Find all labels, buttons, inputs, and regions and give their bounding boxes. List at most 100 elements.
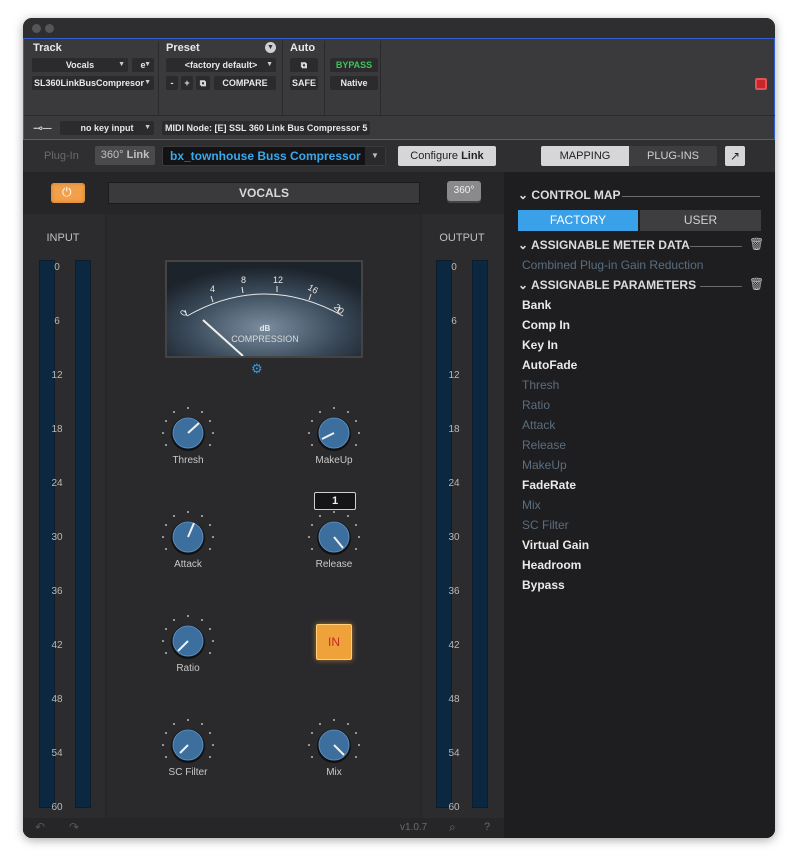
mix-knob-face bbox=[308, 719, 360, 763]
control-map-header[interactable]: ⌄ CONTROL MAP bbox=[518, 188, 621, 202]
thresh-knob[interactable] bbox=[160, 405, 216, 461]
vu-caption: COMPRESSION bbox=[231, 334, 299, 344]
input-scale-tick: 30 bbox=[51, 532, 63, 543]
external-link-icon[interactable]: ↗ bbox=[725, 146, 745, 166]
output-label: OUTPUT bbox=[439, 232, 485, 244]
preset-prev-button[interactable]: - bbox=[166, 76, 178, 90]
output-meter-area bbox=[422, 214, 504, 818]
plugin-footer: ↶ ↷ v1.0.7 ⌕ ? bbox=[23, 818, 504, 838]
input-meter-right bbox=[75, 260, 91, 808]
preset-next-button[interactable]: + bbox=[181, 76, 193, 90]
auto-window-icon[interactable]: ⧉ bbox=[290, 58, 318, 72]
user-tab[interactable]: USER bbox=[640, 210, 761, 231]
configure-link-button[interactable]: Configure Link bbox=[398, 146, 496, 166]
output-scale-tick: 6 bbox=[451, 316, 457, 327]
meter-data-header[interactable]: ⌄ ASSIGNABLE METER DATA bbox=[518, 238, 690, 252]
chevron-down-icon: ▼ bbox=[144, 61, 151, 68]
param-item[interactable]: Thresh bbox=[522, 378, 559, 392]
close-window-button[interactable] bbox=[32, 24, 41, 33]
undo-icon[interactable]: ↶ bbox=[35, 820, 45, 834]
key-input-select[interactable]: no key input ▼ bbox=[60, 121, 154, 135]
minimize-window-button[interactable] bbox=[45, 24, 54, 33]
output-scale-tick: 42 bbox=[448, 640, 460, 651]
makeup-knob-face bbox=[308, 407, 360, 451]
in-button[interactable]: IN bbox=[316, 624, 352, 660]
preset-value: <factory default> bbox=[184, 60, 258, 70]
settings-gear-icon[interactable]: ⚙ bbox=[251, 361, 263, 377]
chevron-down-icon: ▼ bbox=[118, 61, 125, 68]
input-scale-tick: 60 bbox=[51, 802, 63, 813]
insert-select[interactable]: SL360LinkBusCompresor ▼ bbox=[32, 76, 154, 90]
section-divider bbox=[700, 286, 742, 287]
copy-settings-icon[interactable]: ⧉ bbox=[196, 76, 210, 90]
param-item[interactable]: MakeUp bbox=[522, 458, 567, 472]
chevron-down-icon: ⌄ bbox=[518, 238, 529, 252]
input-label: INPUT bbox=[46, 232, 80, 244]
attack-knob[interactable] bbox=[160, 509, 216, 565]
360-button[interactable]: 360° bbox=[447, 181, 481, 201]
param-item[interactable]: AutoFade bbox=[522, 358, 577, 372]
factory-tab[interactable]: FACTORY bbox=[518, 210, 638, 231]
preset-select[interactable]: <factory default> ▼ bbox=[166, 58, 276, 72]
param-item[interactable]: Bank bbox=[522, 298, 551, 312]
input-scale-tick: 54 bbox=[51, 748, 63, 759]
meter-data-item[interactable]: Combined Plug-in Gain Reduction bbox=[522, 258, 703, 272]
chevron-down-icon: ▼ bbox=[365, 147, 385, 165]
channel-name-display: VOCALS bbox=[108, 182, 420, 204]
ratio-knob[interactable] bbox=[160, 613, 216, 669]
version-label: v1.0.7 bbox=[400, 822, 428, 833]
plugin-select[interactable]: bx_townhouse Buss Compressor ▼ bbox=[162, 146, 386, 166]
param-item[interactable]: Headroom bbox=[522, 558, 581, 572]
makeup-knob[interactable] bbox=[306, 405, 362, 461]
native-badge: Native bbox=[330, 76, 378, 90]
chevron-down-icon: ⌄ bbox=[518, 278, 529, 292]
redo-icon[interactable]: ↷ bbox=[69, 820, 79, 834]
output-scale-tick: 0 bbox=[451, 262, 457, 273]
param-item[interactable]: Bypass bbox=[522, 578, 565, 592]
sc-filter-knob-face bbox=[162, 719, 214, 763]
param-item[interactable]: Mix bbox=[522, 498, 541, 512]
trash-icon[interactable]: 🗑 bbox=[749, 237, 764, 251]
midi-node-select[interactable]: MIDI Node: [E] SSL 360 Link Bus Compress… bbox=[162, 121, 370, 135]
output-scale-tick: 36 bbox=[448, 586, 460, 597]
compare-button[interactable]: COMPARE bbox=[214, 76, 276, 90]
plugin-body: Plug-In 360° Link bx_townhouse Buss Comp… bbox=[23, 140, 775, 838]
params-header[interactable]: ⌄ ASSIGNABLE PARAMETERS bbox=[518, 278, 696, 292]
mix-knob[interactable] bbox=[306, 717, 362, 773]
chevron-down-icon: ▼ bbox=[266, 61, 273, 68]
attack-label: Attack bbox=[174, 559, 202, 570]
safe-button[interactable]: SAFE bbox=[290, 76, 318, 90]
tab-mapping[interactable]: MAPPING bbox=[541, 146, 629, 166]
sc-filter-knob[interactable] bbox=[160, 717, 216, 773]
help-button[interactable]: ? bbox=[484, 821, 490, 833]
input-scale-tick: 18 bbox=[51, 424, 63, 435]
param-item[interactable]: Virtual Gain bbox=[522, 538, 589, 552]
section-divider bbox=[690, 246, 742, 247]
ratio-label: Ratio bbox=[176, 663, 200, 674]
section-divider bbox=[622, 196, 760, 197]
param-item[interactable]: Key In bbox=[522, 338, 558, 352]
power-button[interactable]: ⏻ bbox=[51, 183, 85, 203]
meter-data-title: ASSIGNABLE METER DATA bbox=[530, 238, 690, 252]
track-select[interactable]: Vocals ▼ bbox=[32, 58, 128, 72]
link-toolbar: Plug-In 360° Link bx_townhouse Buss Comp… bbox=[23, 140, 504, 172]
bypass-button[interactable]: BYPASS bbox=[330, 58, 378, 72]
ratio-knob-face bbox=[162, 615, 214, 659]
release-knob[interactable] bbox=[306, 509, 362, 565]
chevron-down-icon: ▼ bbox=[144, 124, 151, 131]
param-item[interactable]: Comp In bbox=[522, 318, 570, 332]
preset-label: Preset bbox=[166, 42, 200, 54]
param-item[interactable]: Attack bbox=[522, 418, 555, 432]
param-item[interactable]: SC Filter bbox=[522, 518, 569, 532]
param-item[interactable]: Ratio bbox=[522, 398, 550, 412]
configure-text: Configure bbox=[410, 150, 458, 162]
preset-menu-icon[interactable]: ▼ bbox=[265, 42, 276, 53]
trash-icon[interactable]: 🗑 bbox=[749, 277, 764, 291]
track-suffix-select[interactable]: e ▼ bbox=[132, 58, 154, 72]
target-icon[interactable] bbox=[755, 78, 767, 90]
search-icon[interactable]: ⌕ bbox=[449, 820, 456, 835]
tab-plugins[interactable]: PLUG-INS bbox=[629, 146, 717, 166]
param-item[interactable]: Release bbox=[522, 438, 566, 452]
param-item[interactable]: FadeRate bbox=[522, 478, 576, 492]
vu-tick-12: 12 bbox=[273, 275, 284, 285]
